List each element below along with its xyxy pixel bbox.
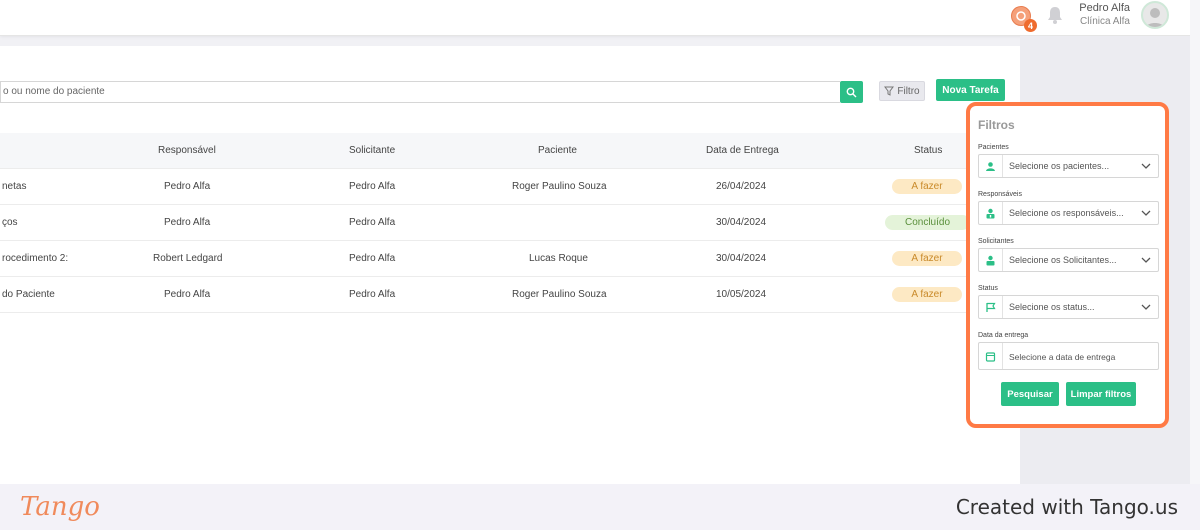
paciente-cell: Roger Paulino Souza [512, 289, 607, 300]
status-select[interactable]: Selecione os status... [978, 295, 1159, 319]
filters-panel: Filtros Pacientes Selecione os pacientes… [966, 102, 1169, 428]
pacientes-label: Pacientes [978, 144, 1009, 151]
chevron-down-icon [1141, 210, 1151, 216]
responsaveis-label: Responsáveis [978, 191, 1022, 198]
task-name: do Paciente [2, 289, 55, 300]
data-entrega-picker[interactable]: Selecione a data de entrega [978, 342, 1159, 370]
avatar[interactable] [1141, 1, 1169, 29]
search-filters-button[interactable]: Pesquisar [1001, 382, 1059, 406]
solicitante-cell: Pedro Alfa [349, 217, 396, 228]
filter-icon [884, 86, 895, 96]
solicitantes-select-text: Selecione os Solicitantes... [1009, 255, 1117, 265]
table-header: Responsável Solicitante Paciente Data de… [0, 133, 1020, 169]
solicitante-cell: Pedro Alfa [349, 181, 396, 192]
created-with-text: Created with Tango.us [955, 495, 1178, 519]
new-task-button[interactable]: Nova Tarefa [936, 79, 1005, 101]
column-header-data-entrega[interactable]: Data de Entrega [706, 145, 779, 156]
responsaveis-select[interactable]: Selecione os responsáveis... [978, 201, 1159, 225]
responsaveis-select-text: Selecione os responsáveis... [1009, 208, 1124, 218]
responsavel-cell: Pedro Alfa [164, 181, 211, 192]
clear-filters-button[interactable]: Limpar filtros [1066, 382, 1136, 406]
data-entrega-cell: 30/04/2024 [716, 253, 767, 264]
pacientes-select-text: Selecione os pacientes... [1009, 161, 1110, 171]
status-badge: A fazer [892, 179, 962, 194]
top-bar: 4 Pedro Alfa Clínica Alfa [0, 0, 1190, 36]
solicitante-cell: Pedro Alfa [349, 253, 396, 264]
filter-button-label: Filtro [897, 85, 920, 97]
patient-icon [979, 155, 1003, 177]
tasks-card: o ou nome do paciente Filtro Nova Tarefa… [0, 46, 1020, 484]
status-badge: Concluído [885, 215, 970, 230]
calendar-icon [979, 343, 1003, 369]
chevron-down-icon [1141, 257, 1151, 263]
table-row[interactable]: ços Pedro Alfa Pedro Alfa 30/04/2024 Con… [0, 205, 1020, 241]
solicitantes-label: Solicitantes [978, 238, 1014, 245]
status-badge: A fazer [892, 287, 962, 302]
data-entrega-cell: 26/04/2024 [716, 181, 767, 192]
column-header-responsavel[interactable]: Responsável [158, 145, 216, 156]
notifications-button[interactable]: 4 [1011, 6, 1037, 32]
responsavel-cell: Pedro Alfa [164, 217, 211, 228]
tango-logo: Tango [20, 492, 100, 522]
task-name: netas [2, 181, 27, 192]
user-name: Pedro Alfa [1079, 2, 1130, 14]
data-entrega-cell: 10/05/2024 [716, 289, 767, 300]
column-header-solicitante[interactable]: Solicitante [349, 145, 395, 156]
search-icon [846, 87, 857, 97]
paciente-cell: Lucas Roque [529, 253, 588, 264]
flag-icon [979, 296, 1003, 318]
data-entrega-cell: 30/04/2024 [716, 217, 767, 228]
search-input[interactable]: o ou nome do paciente [0, 81, 840, 103]
task-name: rocedimento 2: [2, 253, 69, 264]
scrollbar-track[interactable] [1190, 0, 1200, 484]
chevron-down-icon [1141, 163, 1151, 169]
solicitante-cell: Pedro Alfa [349, 289, 396, 300]
table-row[interactable]: netas Pedro Alfa Pedro Alfa Roger Paulin… [0, 169, 1020, 205]
table-row[interactable]: do Paciente Pedro Alfa Pedro Alfa Roger … [0, 277, 1020, 313]
notification-count-badge: 4 [1024, 19, 1037, 32]
filters-title: Filtros [978, 118, 1015, 132]
status-select-text: Selecione os status... [1009, 302, 1095, 312]
task-name: ços [2, 217, 18, 228]
table-row[interactable]: rocedimento 2: Robert Ledgard Pedro Alfa… [0, 241, 1020, 277]
column-header-paciente[interactable]: Paciente [538, 145, 577, 156]
filter-button[interactable]: Filtro [879, 81, 925, 101]
responsavel-cell: Pedro Alfa [164, 289, 211, 300]
pacientes-select[interactable]: Selecione os pacientes... [978, 154, 1159, 178]
paciente-cell: Roger Paulino Souza [512, 181, 607, 192]
responsavel-cell: Robert Ledgard [153, 253, 223, 264]
solicitantes-select[interactable]: Selecione os Solicitantes... [978, 248, 1159, 272]
user-clinic: Clínica Alfa [1079, 16, 1130, 27]
status-badge: A fazer [892, 251, 962, 266]
footer: Tango Created with Tango.us [0, 484, 1200, 530]
data-entrega-label: Data da entrega [978, 332, 1029, 339]
chevron-down-icon [1141, 304, 1151, 310]
status-label: Status [978, 285, 998, 292]
doctor-icon [979, 202, 1003, 224]
column-header-status[interactable]: Status [914, 145, 942, 156]
data-entrega-text: Selecione a data de entrega [1009, 352, 1116, 362]
search-button[interactable] [840, 81, 863, 103]
requester-icon [979, 249, 1003, 271]
